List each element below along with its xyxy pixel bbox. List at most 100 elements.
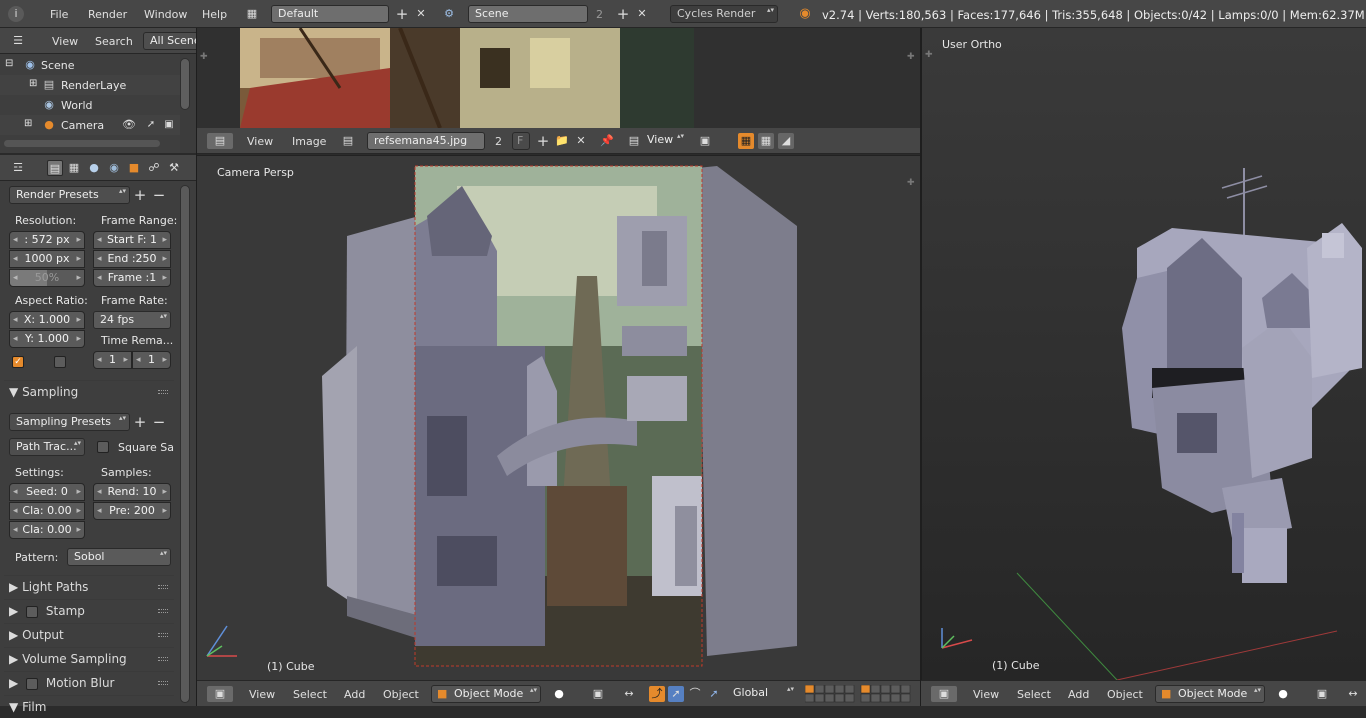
sampling-panel-header[interactable]: ▼ Sampling [4, 380, 174, 402]
clamp-direct-field[interactable]: Cla: 0.00 [9, 502, 85, 520]
view-mode-icon[interactable]: ▤ [626, 133, 642, 149]
tab-constraints-icon[interactable]: ☍ [146, 160, 162, 176]
frame-step-field[interactable]: Frame :1 [93, 269, 171, 287]
transform-space-icon[interactable]: ➚ [706, 686, 722, 702]
translate-manipulator-icon[interactable]: ⤴ [649, 686, 665, 702]
render-engine-dropdown[interactable]: Cycles Render [670, 5, 778, 23]
interaction-mode-dropdown[interactable]: ■ Object Mode [431, 685, 541, 703]
resolution-y-field[interactable]: 1000 px [9, 250, 85, 268]
time-remap-new-field[interactable]: 1 [132, 351, 171, 369]
volume-sampling-panel-header[interactable]: ▶ Volume Sampling [4, 647, 174, 669]
scale-manipulator-icon[interactable]: ⌒ [687, 686, 703, 702]
outliner-label-renderlayers[interactable]: RenderLaye [61, 79, 126, 92]
expand-icon[interactable]: ⊞ [29, 78, 37, 89]
fake-user-toggle[interactable]: F [512, 132, 530, 150]
properties-scrollbar[interactable] [180, 185, 190, 703]
transform-orientation-dropdown[interactable]: Global [727, 685, 797, 703]
resolution-percentage-slider[interactable]: 50% [9, 269, 85, 287]
viewport-menu-select[interactable]: Select [1017, 688, 1051, 701]
screen-layout-field[interactable]: Default [271, 5, 389, 23]
square-samples-checkbox[interactable] [97, 441, 109, 453]
end-frame-field[interactable]: End :250 [93, 250, 171, 268]
tab-scene-icon[interactable]: ● [86, 160, 102, 176]
pivot-point-icon[interactable]: ▣ [1314, 686, 1330, 702]
aspect-x-field[interactable]: X: 1.000 [9, 311, 85, 329]
image-name-field[interactable]: refsemana45.jpg [367, 132, 485, 150]
3d-view-editor-type-icon[interactable]: ▣ [931, 686, 957, 702]
motion-blur-checkbox[interactable] [26, 677, 39, 690]
panel-grip-icon[interactable] [158, 609, 168, 613]
add-preset-icon[interactable]: + [132, 187, 148, 203]
image-menu-image[interactable]: Image [292, 135, 326, 148]
outliner-scrollbar[interactable] [180, 58, 190, 110]
scene-field[interactable]: Scene [468, 5, 588, 23]
pivot-point-icon[interactable]: ▣ [590, 686, 606, 702]
outliner-display-mode[interactable]: All Scene [143, 32, 196, 50]
expand-icon[interactable]: ⊟ [5, 58, 13, 69]
viewport-shading-icon[interactable]: ● [551, 686, 567, 702]
integrator-dropdown[interactable]: Path Trac... [9, 438, 85, 456]
image-browse-icon[interactable]: ▤ [340, 133, 356, 149]
area-corner-handle[interactable]: ✚ [925, 50, 933, 60]
draw-channels-color-alpha-icon[interactable]: ▦ [738, 133, 754, 149]
preview-samples-field[interactable]: Pre: 200 [93, 502, 171, 520]
film-panel-header[interactable]: ▼ Film [4, 695, 174, 717]
crop-checkbox[interactable] [54, 356, 66, 368]
remove-scene-icon[interactable]: ✕ [634, 6, 650, 22]
area-corner-right[interactable]: ✚ [907, 52, 915, 62]
selectable-cursor-icon[interactable]: ➚ [143, 117, 159, 133]
remove-screen-icon[interactable]: ✕ [413, 6, 429, 22]
draw-channels-color-icon[interactable]: ▦ [758, 133, 774, 149]
screen-layout-icon[interactable]: ▦ [244, 6, 260, 22]
menu-file[interactable]: File [50, 8, 68, 21]
add-scene-icon[interactable]: + [615, 6, 631, 22]
output-panel-header[interactable]: ▶ Output [4, 623, 174, 645]
image-menu-view[interactable]: View [247, 135, 273, 148]
menu-help[interactable]: Help [202, 8, 227, 21]
menu-render[interactable]: Render [88, 8, 127, 21]
tab-world-icon[interactable]: ◉ [106, 160, 122, 176]
sampling-presets-menu[interactable]: Sampling Presets [9, 413, 130, 431]
panel-grip-icon[interactable] [158, 585, 168, 589]
renderable-camera-icon[interactable]: ▣ [161, 117, 177, 133]
outliner-menu-search[interactable]: Search [95, 35, 133, 48]
outliner-row[interactable]: ⊟ ◉ Scene [0, 55, 180, 75]
stamp-panel-header[interactable]: ▶ Stamp [4, 599, 174, 621]
panel-grip-icon[interactable] [158, 657, 168, 661]
outliner-row[interactable]: ◉ World [0, 95, 180, 115]
viewport-user-ortho[interactable]: User Ortho (1) Cube ✚ [921, 28, 1366, 680]
time-remap-old-field[interactable]: 1 [93, 351, 132, 369]
resolution-x-field[interactable]: : 572 px [9, 231, 85, 249]
menu-window[interactable]: Window [144, 8, 187, 21]
image-view-dropdown[interactable]: View [641, 132, 687, 150]
interaction-mode-dropdown[interactable]: ■ Object Mode [1155, 685, 1265, 703]
clamp-indirect-field[interactable]: Cla: 0.00 [9, 521, 85, 539]
outliner-menu-view[interactable]: View [52, 35, 78, 48]
viewport-shading-icon[interactable]: ● [1275, 686, 1291, 702]
viewport-camera[interactable]: Camera Persp (1) Cube ✚ [197, 155, 920, 680]
tab-modifiers-icon[interactable]: ⚒ [166, 160, 182, 176]
viewport-menu-select[interactable]: Select [293, 688, 327, 701]
open-image-icon[interactable]: 📁 [554, 133, 570, 149]
outliner-editor-type-icon[interactable]: ☰ [10, 33, 26, 49]
stamp-enable-checkbox[interactable] [26, 605, 39, 618]
3d-view-editor-type-icon[interactable]: ▣ [207, 686, 233, 702]
manipulator-toggle-icon[interactable]: ↔ [621, 686, 637, 702]
tab-render-layers-icon[interactable]: ▦ [66, 160, 82, 176]
render-samples-field[interactable]: Rend: 10 [93, 483, 171, 501]
border-checkbox[interactable]: ✓ [12, 356, 24, 368]
add-screen-icon[interactable]: + [394, 6, 410, 22]
pattern-dropdown[interactable]: Sobol [67, 548, 171, 566]
properties-editor-type-icon[interactable]: ☲ [10, 160, 26, 176]
info-editor-icon[interactable]: i [8, 6, 24, 22]
remove-preset-icon[interactable]: − [151, 187, 167, 203]
start-frame-field[interactable]: Start F: 1 [93, 231, 171, 249]
seed-field[interactable]: Seed: 0 [9, 483, 85, 501]
pivot-icon[interactable]: ▣ [697, 133, 713, 149]
outliner-row[interactable]: ⊞ ▤ RenderLaye [0, 75, 180, 95]
outliner-h-scrollbar[interactable] [4, 140, 160, 147]
area-divider[interactable] [920, 28, 921, 706]
pin-icon[interactable]: 📌 [599, 133, 615, 149]
draw-channels-alpha-icon[interactable]: ◢ [778, 133, 794, 149]
viewport-menu-object[interactable]: Object [383, 688, 419, 701]
